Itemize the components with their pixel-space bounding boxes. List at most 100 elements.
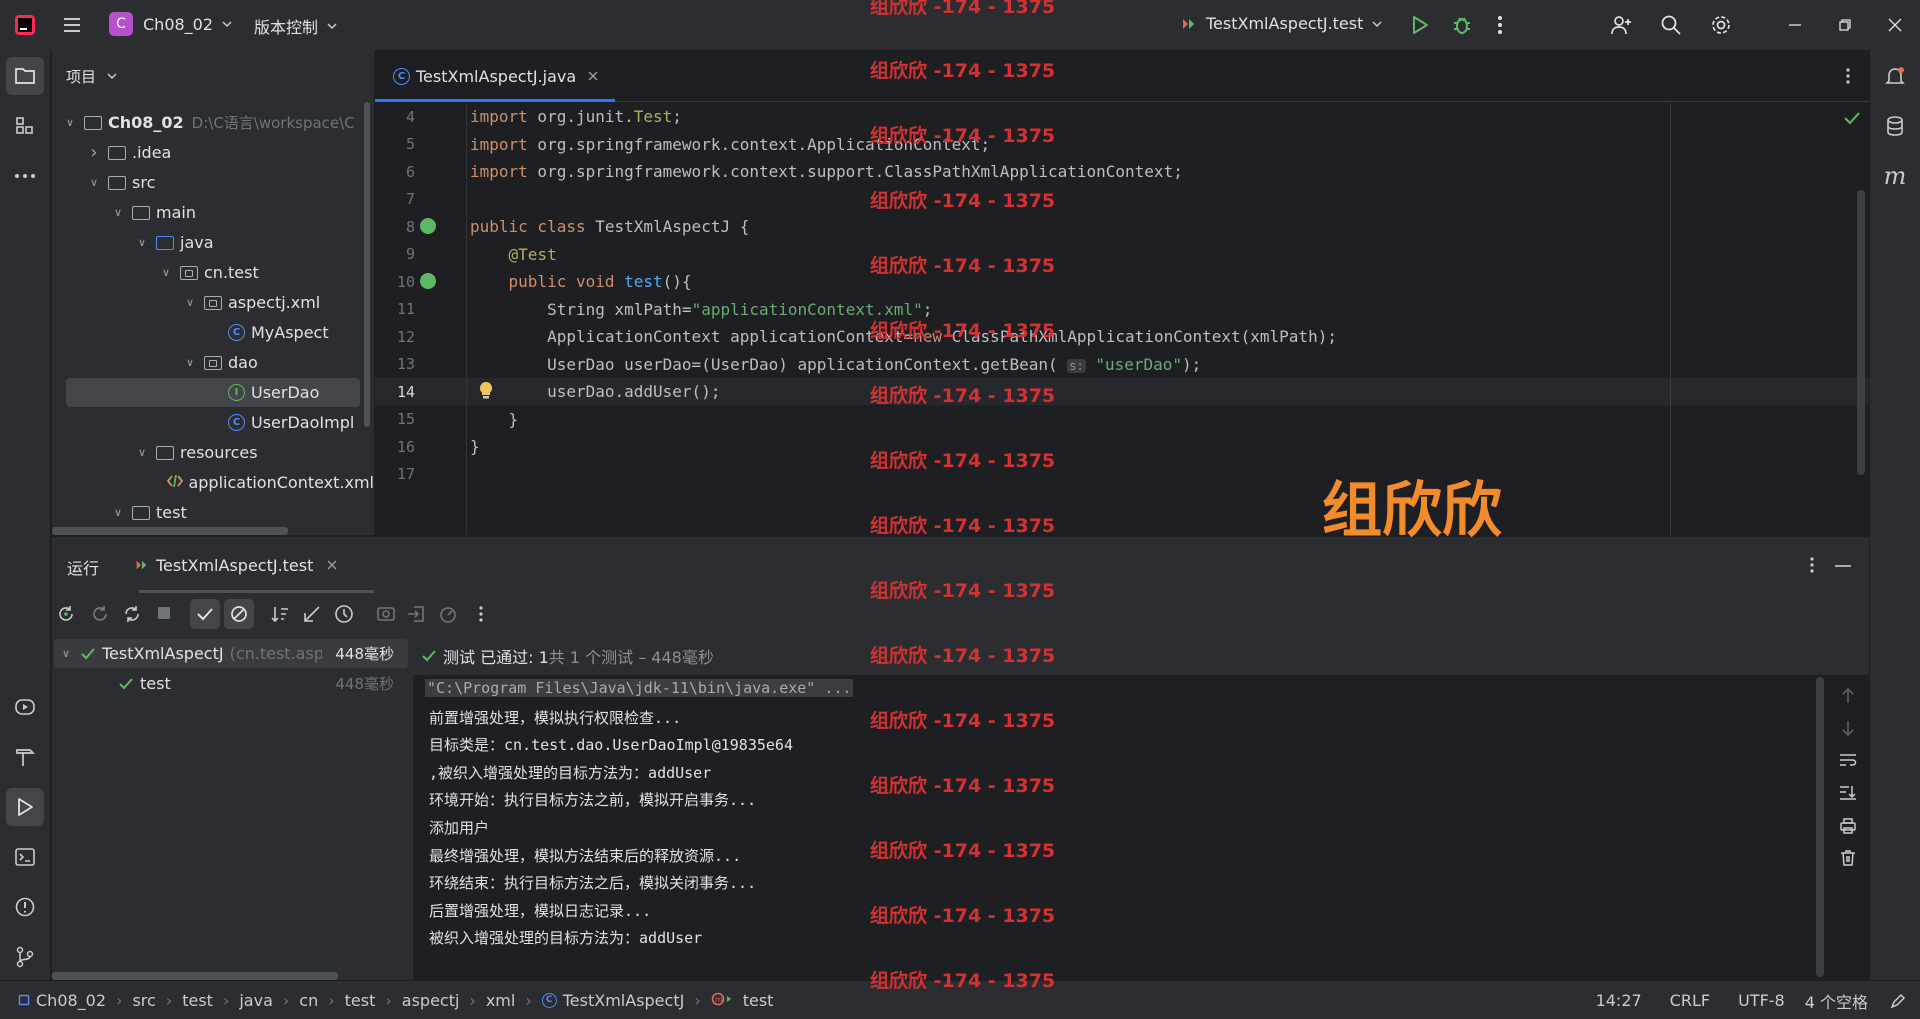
notifications-icon[interactable] [1876,57,1914,95]
chevron-down-icon[interactable]: ∨ [110,506,126,519]
maven-icon[interactable]: m [1876,157,1914,195]
run-tool-icon[interactable] [6,788,44,826]
breadcrumb-item[interactable]: java [239,991,273,1010]
main-menu-icon[interactable] [61,14,83,36]
more-tools-icon[interactable] [6,157,44,195]
tree-item[interactable]: ∨ java [52,228,374,257]
scroll-to-end-icon[interactable] [1839,784,1857,800]
chevron-down-icon[interactable]: ∨ [134,236,150,249]
chevron-down-icon[interactable]: ∨ [134,446,150,459]
search-icon[interactable] [1646,0,1696,50]
coverage-icon[interactable] [438,604,458,624]
code-line[interactable]: 10 public void test(){ [375,268,1869,295]
services-tool-icon[interactable] [6,688,44,726]
chevron-down-icon[interactable]: ∨ [110,206,126,219]
show-ignored-icon[interactable] [224,599,254,629]
project-panel-header[interactable]: 项目 [52,50,374,102]
build-tool-icon[interactable] [6,738,44,776]
vcs-menu[interactable]: 版本控制 [254,14,338,38]
chevron-down-icon[interactable]: ∨ [182,356,198,369]
code-line[interactable]: 13 UserDao userDao=(UserDao) application… [375,351,1869,378]
run-panel-more-icon[interactable] [1809,556,1815,574]
breadcrumb-item[interactable]: test [345,991,376,1010]
structure-tool-icon[interactable] [6,107,44,145]
chevron-down-icon[interactable]: ∨ [62,116,78,129]
toggle-auto-test-icon[interactable] [122,604,142,624]
import-icon[interactable] [406,604,426,624]
collapse-icon[interactable] [302,604,322,624]
restore-icon[interactable] [1820,0,1870,50]
camera-icon[interactable] [376,604,396,622]
breadcrumb-item[interactable]: TestXmlAspectJ [563,991,685,1010]
print-icon[interactable] [1839,817,1857,835]
code-line[interactable]: 7 [375,186,1869,213]
breadcrumb-item[interactable]: aspectj [402,991,460,1010]
console-scrollbar[interactable] [1816,677,1824,977]
file-encoding[interactable]: UTF-8 [1738,991,1785,1010]
chevron-down-icon[interactable]: ∨ [182,296,198,309]
tree-item[interactable]: ∨ test [52,498,374,527]
tree-item[interactable]: ∨ main [52,198,374,227]
code-line[interactable]: 6 import org.springframework.context.supp… [375,158,1869,185]
toolbar-more-icon[interactable] [478,605,484,623]
code-line[interactable]: 8 public class TestXmlAspectJ { [375,213,1869,240]
run-tab[interactable]: TestXmlAspectJ.test [134,537,374,593]
tree-item[interactable]: ∨ cn.test [52,258,374,287]
run-icon[interactable] [1410,14,1430,36]
tree-item[interactable]: ∨ Ch08_02 D:\C语言\workspace\C [52,108,374,137]
code-line[interactable]: 11 String xmlPath="applicationContext.xm… [375,296,1869,323]
minimize-icon[interactable] [1770,0,1820,50]
breadcrumb-item[interactable]: test [743,991,774,1010]
terminal-tool-icon[interactable] [6,838,44,876]
run-test-gutter-icon[interactable] [420,218,436,234]
hide-panel-icon[interactable] [1835,564,1851,568]
app-logo-icon[interactable] [13,13,37,37]
breadcrumb-item[interactable]: test [182,991,213,1010]
code-line[interactable]: 17 [375,461,1869,488]
no-problems-check-icon[interactable] [1843,111,1861,125]
rerun-failed-icon[interactable] [90,604,110,624]
breadcrumb-item[interactable]: src [132,991,155,1010]
arrow-down-icon[interactable] [1840,719,1856,737]
arrow-up-icon[interactable] [1840,687,1856,705]
tree-item[interactable]: ∨ resources [52,438,374,467]
history-icon[interactable] [334,604,354,624]
project-scrollbar[interactable] [364,102,370,427]
code-line[interactable]: 9 @Test [375,241,1869,268]
breadcrumb-item[interactable]: Ch08_02 [36,991,106,1010]
editor-tab-testxmlaspectj[interactable]: C TestXmlAspectJ.java [375,50,615,102]
code-line[interactable]: 15 } [375,406,1869,433]
project-hscrollbar[interactable] [52,527,288,535]
close-tab-icon[interactable] [588,71,598,81]
editor-more-icon[interactable] [1845,67,1851,85]
code-line[interactable]: 12 ApplicationContext applicationContext… [375,323,1869,350]
code-line[interactable]: 14 userDao.addUser(); [375,378,1869,405]
tree-item[interactable]: I UserDao [66,378,360,407]
sort-icon[interactable] [270,604,290,624]
run-test-gutter-icon[interactable] [420,273,436,289]
breadcrumb-item[interactable]: cn [299,991,318,1010]
tree-item[interactable]: C UserDaoImpl [52,408,374,437]
soft-wrap-icon[interactable] [1839,752,1857,768]
stop-icon[interactable] [156,605,172,621]
git-tool-icon[interactable] [6,938,44,976]
run-config-selector[interactable]: TestXmlAspectJ.test [1180,14,1383,33]
code-line[interactable]: 5 import org.springframework.context.Appl… [375,131,1869,158]
line-separator[interactable]: CRLF [1670,991,1710,1010]
code-line[interactable]: 16} [375,433,1869,460]
chevron-down-icon[interactable]: ∨ [86,176,102,189]
project-tool-icon[interactable] [6,57,44,95]
debug-icon[interactable] [1451,14,1473,36]
show-passed-icon[interactable] [190,599,220,629]
editor-scrollbar[interactable] [1857,190,1865,475]
tree-item[interactable]: applicationContext.xml [52,468,374,497]
close-icon[interactable] [1870,0,1920,50]
tree-item[interactable]: ∨ aspectj.xml [52,288,374,317]
database-icon[interactable] [1876,107,1914,145]
breadcrumb-item[interactable]: xml [486,991,516,1010]
caret-position[interactable]: 14:27 [1596,991,1642,1010]
code-line[interactable]: 4 import org.junit.Test; [375,103,1869,130]
add-user-icon[interactable] [1596,0,1646,50]
console-output[interactable]: "C:\Program Files\Java\jdk-11\bin\java.e… [413,675,1869,981]
tree-item[interactable]: C MyAspect [52,318,374,347]
